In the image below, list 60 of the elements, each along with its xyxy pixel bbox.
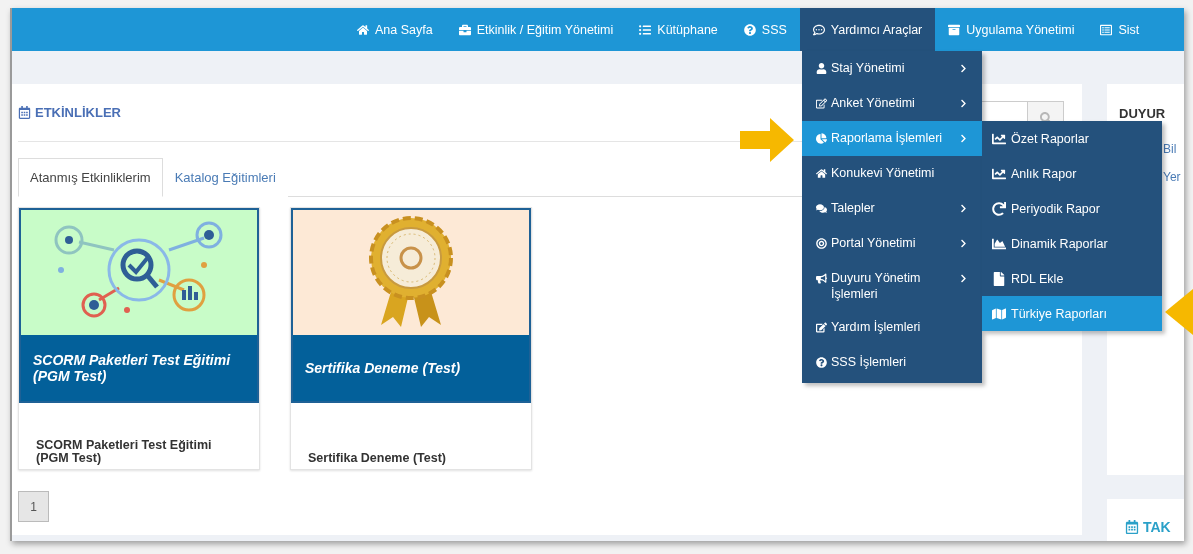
briefcase-icon [458, 23, 471, 36]
submenu-item[interactable]: Periyodik Rapor [982, 191, 1162, 226]
pencil-icon [816, 322, 827, 334]
announcement-link[interactable]: Yer [1163, 170, 1181, 184]
page-button[interactable]: 1 [18, 491, 49, 522]
panel-title: TAK [1143, 519, 1171, 535]
menu-item[interactable]: Staj Yönetimi [802, 51, 982, 86]
menu-item[interactable]: Duyuru Yönetim İşlemleri [802, 261, 982, 311]
calendar-icon [18, 106, 31, 119]
card-title: SCORM Paketleri Test Eğitimi (PGM Test) [35, 436, 213, 467]
target-icon [816, 238, 827, 249]
card-banner-title: SCORM Paketleri Test Eğitimi (PGM Test) [21, 335, 257, 401]
pointer-arrow-icon [1165, 289, 1193, 335]
chevron-right-icon [959, 64, 968, 73]
chevron-right-icon [959, 134, 968, 143]
home-icon [357, 23, 369, 36]
course-card[interactable]: Sertifika Deneme (Test) Sertifika Deneme (Test) [290, 207, 532, 470]
chat-icon [816, 203, 827, 214]
file-icon [992, 271, 1006, 286]
list-icon [639, 23, 652, 36]
submenu-item[interactable]: Özet Raporlar [982, 121, 1162, 156]
submenu-item[interactable]: Anlık Rapor [982, 156, 1162, 191]
menu-item[interactable]: SSS İşlemleri [802, 345, 982, 381]
user-icon [816, 63, 827, 74]
megaphone-icon [816, 273, 827, 284]
nav-item[interactable]: Yardımcı Araçlar [799, 8, 936, 51]
help-icon [816, 357, 827, 369]
home-icon [816, 168, 827, 179]
card-title: Sertifika Deneme (Test) [307, 449, 447, 467]
menu-item[interactable]: Talepler [802, 191, 982, 226]
submenu-item[interactable]: Dinamik Raporlar [982, 226, 1162, 261]
chevron-right-icon [959, 204, 968, 213]
panel-title: DUYUR [1119, 106, 1166, 121]
chevron-right-icon [959, 274, 968, 283]
card-banner-title: Sertifika Deneme (Test) [293, 335, 529, 401]
submenu-item[interactable]: RDL Ekle [982, 261, 1162, 296]
line-chart-icon [992, 236, 1006, 251]
section-title-text: ETKİNLİKLER [35, 105, 121, 120]
speech-bubble-icon [812, 23, 825, 36]
calendar-icon [1125, 520, 1139, 534]
menu-item[interactable]: Portal Yönetimi [802, 226, 982, 261]
course-card[interactable]: SCORM Paketleri Test Eğitimi (PGM Test) SCORM Paketleri Test Eğitimi (PGM Test) [18, 207, 260, 470]
search-icon [1039, 111, 1052, 124]
menu-item[interactable]: Anket Yönetimi [802, 86, 982, 121]
chevron-right-icon [959, 99, 968, 108]
menu-item[interactable]: Konukevi Yönetimi [802, 156, 982, 191]
refresh-icon [992, 201, 1006, 216]
pie-chart-icon [816, 133, 827, 144]
map-icon [992, 306, 1006, 321]
line-chart-icon [992, 166, 1006, 181]
menu-item[interactable]: Yardım İşlemleri [802, 310, 982, 346]
edit-icon [816, 98, 827, 109]
line-chart-icon [992, 131, 1006, 146]
announcement-link[interactable]: Bil [1163, 142, 1177, 156]
chevron-right-icon [959, 239, 968, 248]
tab[interactable]: Atanmış Etkinliklerim [18, 158, 163, 197]
pointer-arrow-icon [740, 118, 796, 162]
help-icon [743, 23, 756, 36]
list-icon [1100, 23, 1113, 36]
box-icon [948, 23, 961, 36]
